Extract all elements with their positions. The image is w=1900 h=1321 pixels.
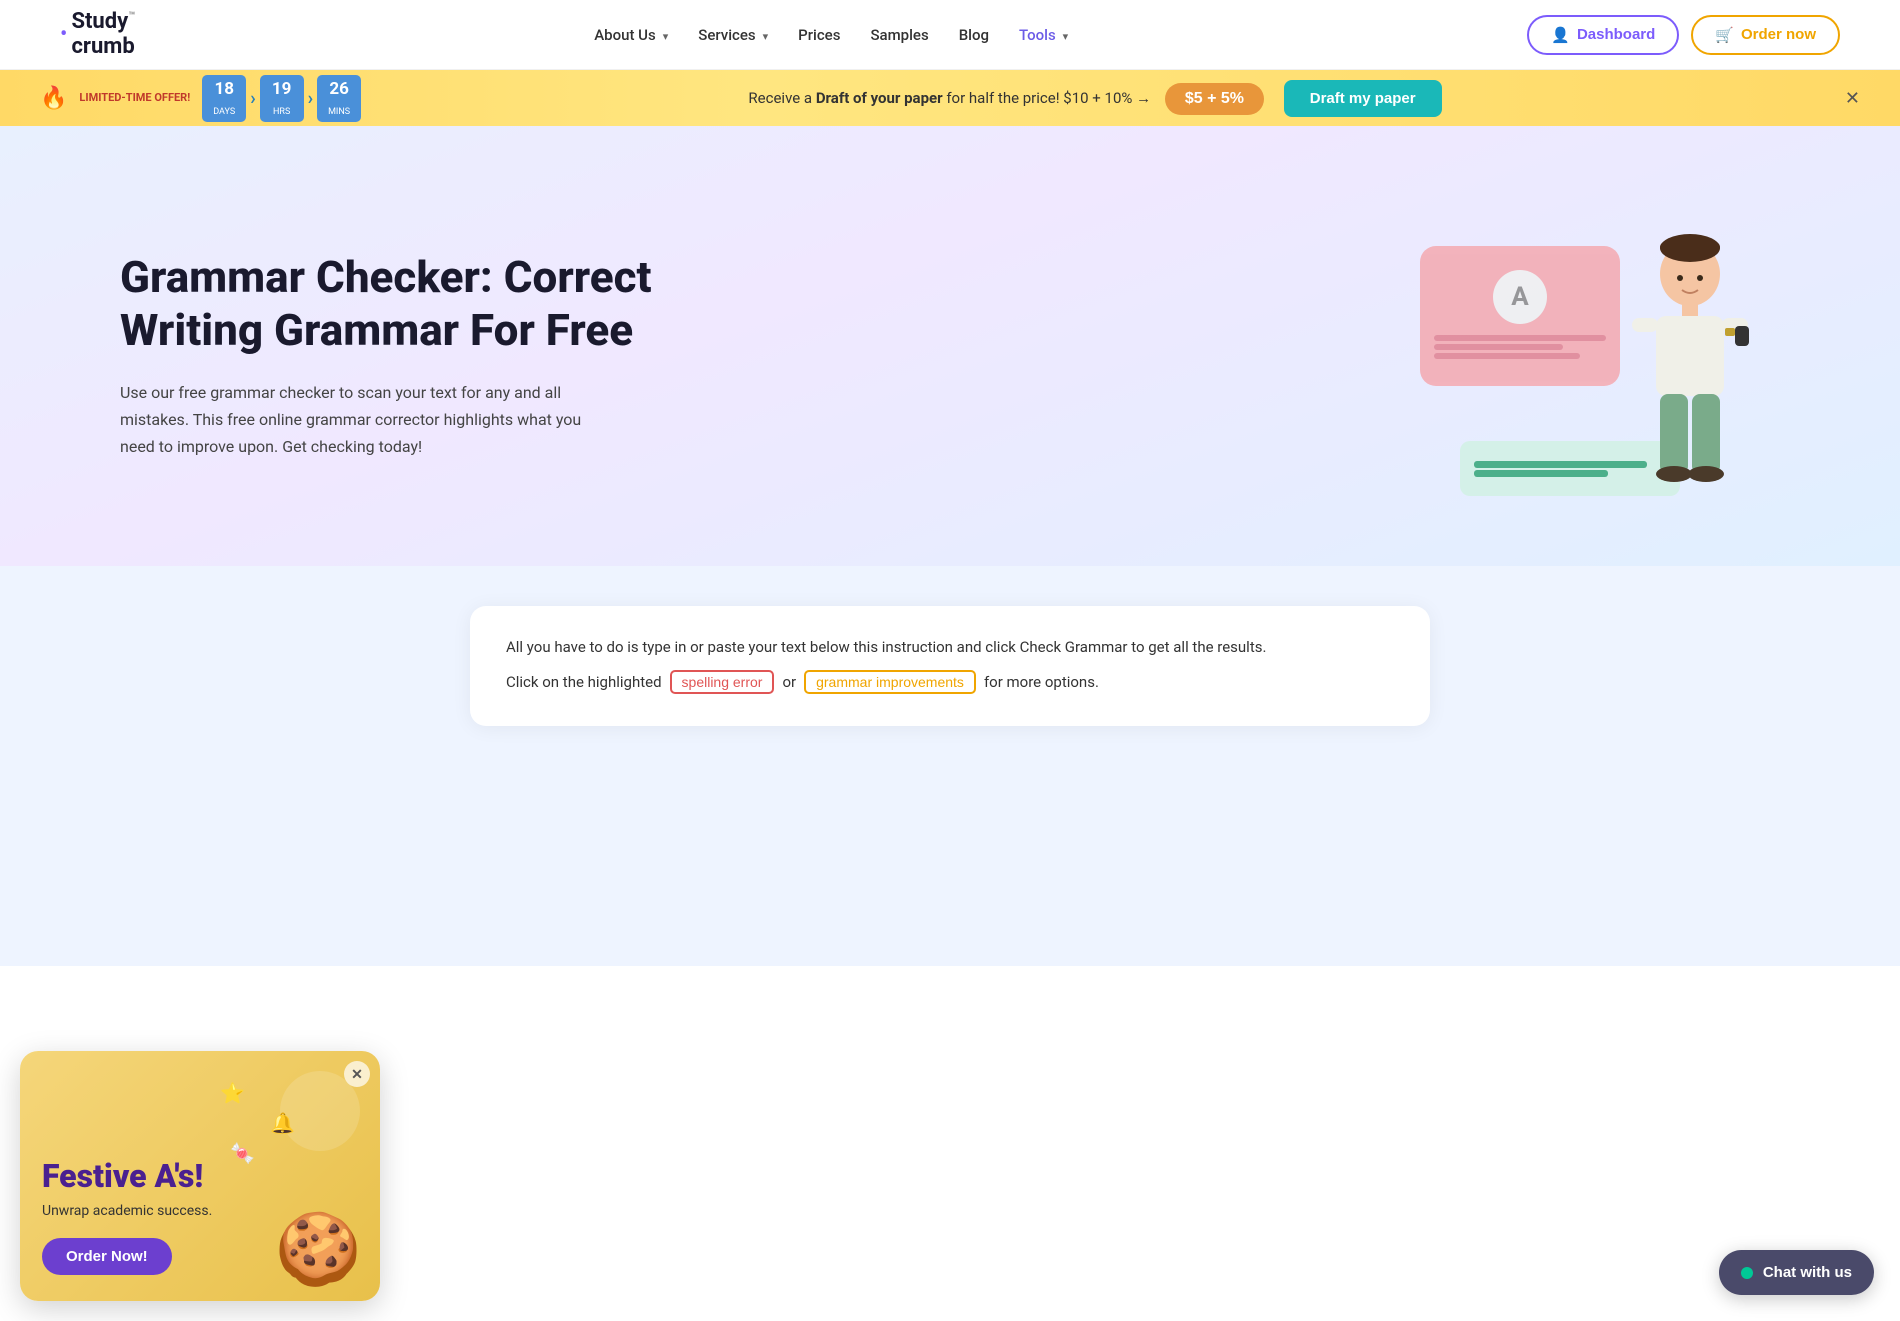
- timer-days: 18 days: [202, 75, 246, 122]
- gline2: [1474, 470, 1608, 477]
- chevron-down-icon: ▾: [1063, 30, 1069, 43]
- logo-text: Study™crumb: [71, 10, 135, 58]
- hrs-label: hrs: [273, 107, 290, 117]
- grammar-box: All you have to do is type in or paste y…: [470, 606, 1430, 726]
- hrs-value: 19: [268, 79, 296, 99]
- nav-link-about[interactable]: About Us: [594, 26, 656, 44]
- days-label: days: [213, 107, 235, 117]
- order-now-button[interactable]: 🛒 Order now: [1691, 15, 1840, 55]
- timer-blocks: 18 days › 19 hrs › 26 mins: [202, 75, 361, 122]
- nav-item-about[interactable]: About Us ▾: [594, 25, 668, 44]
- hero-title: Grammar Checker: Correct Writing Grammar…: [120, 251, 680, 357]
- user-icon: 👤: [1551, 26, 1570, 44]
- nav-links: About Us ▾ Services ▾ Prices Samples Blo…: [594, 25, 1068, 44]
- bell-icon: 🔔: [270, 1111, 295, 1135]
- hero-description: Use our free grammar checker to scan you…: [120, 379, 600, 461]
- mins-label: mins: [328, 107, 350, 117]
- nav-link-services[interactable]: Services: [698, 26, 755, 44]
- hint-or: or: [782, 673, 796, 691]
- spelling-error-badge[interactable]: spelling error: [670, 670, 775, 694]
- promo-text-start: Receive a: [748, 89, 815, 107]
- promo-message: Receive a Draft of your paper for half t…: [361, 80, 1829, 117]
- nav-link-prices[interactable]: Prices: [798, 26, 840, 44]
- promo-timer-label: LIMITED-TIME OFFER!: [79, 91, 190, 104]
- card-lines: [1434, 332, 1606, 362]
- dashboard-label: Dashboard: [1577, 26, 1655, 43]
- cart-icon: 🛒: [1715, 26, 1734, 44]
- hero-section: Grammar Checker: Correct Writing Grammar…: [0, 126, 1900, 566]
- promo-text-end: for half the price! $10 + 10% →: [943, 89, 1152, 107]
- timer-hrs: 19 hrs: [260, 75, 304, 122]
- promo-price-button[interactable]: $5 + 5%: [1165, 83, 1264, 115]
- nav-item-services[interactable]: Services ▾: [698, 25, 768, 44]
- promo-banner: 🔥 LIMITED-TIME OFFER! 18 days › 19 hrs ›…: [0, 70, 1900, 126]
- nav-link-blog[interactable]: Blog: [959, 26, 989, 44]
- grammar-hints: Click on the highlighted spelling error …: [506, 670, 1394, 694]
- chat-online-indicator: [1741, 1267, 1753, 1279]
- days-value: 18: [210, 79, 238, 99]
- hero-character: [1610, 226, 1770, 526]
- hero-card-pink: A: [1420, 246, 1620, 386]
- promo-left: 🔥 LIMITED-TIME OFFER! 18 days › 19 hrs ›…: [40, 75, 361, 122]
- fire-icon: 🔥: [40, 86, 67, 111]
- timer-sep: ›: [250, 88, 255, 109]
- hint-suffix: for more options.: [984, 673, 1099, 691]
- dashboard-button[interactable]: 👤 Dashboard: [1527, 15, 1679, 55]
- festive-title: Festive A's!: [42, 1159, 212, 1194]
- nav-item-blog[interactable]: Blog: [959, 25, 989, 44]
- nav-item-prices[interactable]: Prices: [798, 25, 840, 44]
- grammar-instruction: All you have to do is type in or paste y…: [506, 638, 1394, 656]
- nav-link-tools[interactable]: Tools: [1019, 26, 1056, 44]
- hint-prefix: Click on the highlighted: [506, 673, 662, 691]
- hero-visual: A: [1380, 186, 1780, 526]
- draft-button[interactable]: Draft my paper: [1284, 80, 1442, 117]
- order-label: Order now: [1741, 26, 1816, 43]
- festive-content: Festive A's! Unwrap academic success. Or…: [42, 1159, 212, 1275]
- festive-popup: ✕ ⭐ 🔔 🍬 🍪 Festive A's! Unwrap academic s…: [20, 1051, 380, 1301]
- navbar: • Study™crumb About Us ▾ Services ▾ Pric…: [0, 0, 1900, 70]
- chevron-down-icon: ▾: [663, 30, 669, 43]
- logo-dot: •: [60, 22, 67, 47]
- promo-text-bold: Draft of your paper: [816, 89, 943, 107]
- nav-link-samples[interactable]: Samples: [870, 26, 928, 44]
- chat-label: Chat with us: [1763, 1264, 1852, 1281]
- chevron-down-icon: ▾: [763, 30, 769, 43]
- nav-item-tools[interactable]: Tools ▾: [1019, 25, 1068, 44]
- gingerbread-icon: 🍪: [275, 1209, 362, 1291]
- star-icon: ⭐: [220, 1081, 245, 1105]
- grammar-improvements-badge[interactable]: grammar improvements: [804, 670, 976, 694]
- line3: [1434, 353, 1580, 359]
- festive-subtitle: Unwrap academic success.: [42, 1202, 212, 1222]
- chat-button[interactable]: Chat with us: [1719, 1250, 1874, 1295]
- nav-actions: 👤 Dashboard 🛒 Order now: [1527, 15, 1840, 55]
- timer-sep2: ›: [308, 88, 313, 109]
- line2: [1434, 344, 1563, 350]
- logo[interactable]: • Study™crumb: [60, 10, 135, 58]
- nav-item-samples[interactable]: Samples: [870, 25, 928, 44]
- festive-order-button[interactable]: Order Now!: [42, 1238, 172, 1275]
- hero-content: Grammar Checker: Correct Writing Grammar…: [120, 251, 680, 460]
- promo-close-button[interactable]: ✕: [1845, 88, 1860, 109]
- logo-tm: ™: [128, 10, 135, 23]
- grade-circle: A: [1493, 270, 1547, 324]
- line1: [1434, 335, 1606, 341]
- mins-value: 26: [325, 79, 353, 99]
- timer-mins: 26 mins: [317, 75, 361, 122]
- main-content: All you have to do is type in or paste y…: [0, 566, 1900, 966]
- candy-icon: 🍬: [230, 1141, 255, 1165]
